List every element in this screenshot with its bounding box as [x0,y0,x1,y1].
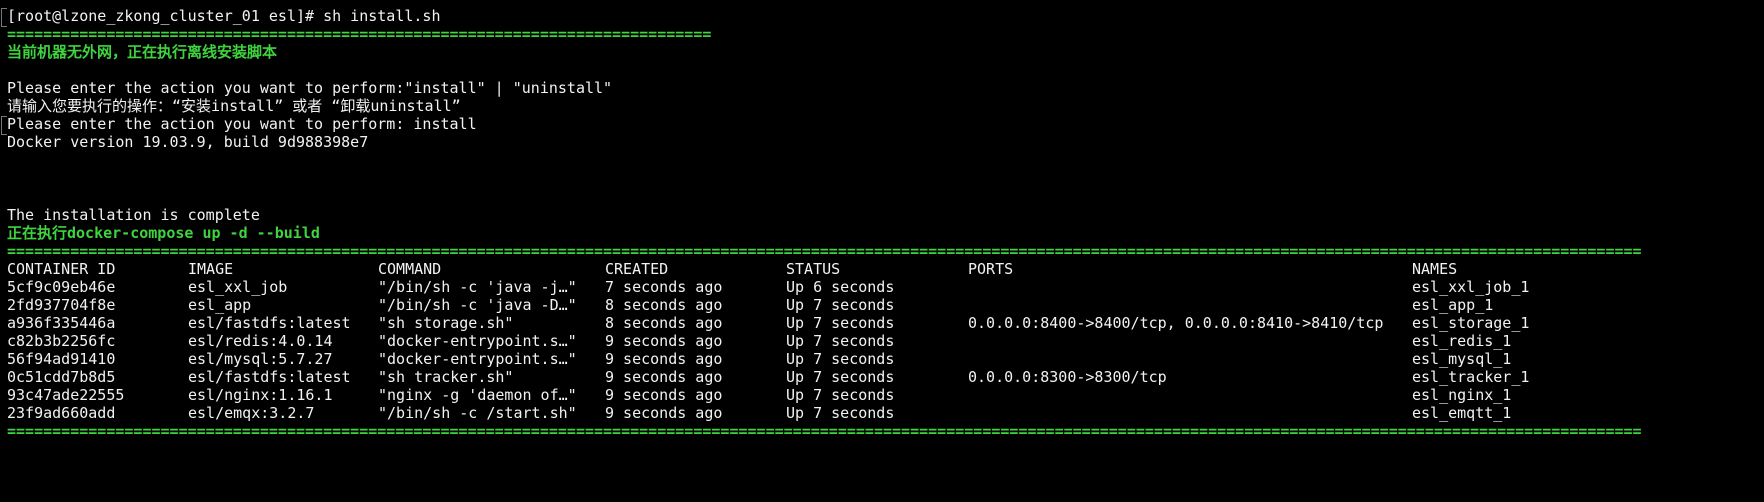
cell-names: esl_storage_1 [1412,314,1530,332]
cell-container-id: 2fd937704f8e [7,296,116,314]
cell-status: Up 7 seconds [786,404,895,422]
cell-image: esl_xxl_job [188,278,288,296]
compose-running-line: 正在执行docker-compose up -d --build [7,224,320,242]
header-container-id: CONTAINER ID [7,260,116,278]
cell-status: Up 7 seconds [786,296,895,314]
header-image: IMAGE [188,260,234,278]
cell-image: esl/redis:4.0.14 [188,332,333,350]
cell-container-id: a936f335446a [7,314,116,332]
docker-version-line: Docker version 19.03.9, build 9d988398e7 [7,133,369,151]
action-prompt-chinese: 请输入您要执行的操作：“安装install” 或者 “卸载uninstall” [7,97,461,115]
cell-names: esl_redis_1 [1412,332,1512,350]
cell-command: "docker-entrypoint.s…" [378,350,577,368]
terminal-window[interactable]: [root@lzone_zkong_cluster_01 esl]# sh in… [0,0,1764,502]
cell-created: 8 seconds ago [605,314,723,332]
cell-command: "sh storage.sh" [378,314,514,332]
cell-command: "nginx -g 'daemon of…" [378,386,577,404]
cell-command: "/bin/sh -c 'java -D…" [378,296,577,314]
offline-install-notice: 当前机器无外网，正在执行离线安装脚本 [7,43,278,61]
cell-names: esl_mysql_1 [1412,350,1512,368]
cell-image: esl/fastdfs:latest [188,314,351,332]
cell-created: 9 seconds ago [605,386,723,404]
cell-names: esl_tracker_1 [1412,368,1530,386]
cell-created: 9 seconds ago [605,350,723,368]
cell-image: esl/nginx:1.16.1 [188,386,333,404]
separator-long-bottom: ========================================… [7,422,1642,440]
cell-names: esl_app_1 [1412,296,1494,314]
shell-prompt-line: [root@lzone_zkong_cluster_01 esl]# sh in… [7,7,441,25]
cell-status: Up 6 seconds [786,278,895,296]
header-status: STATUS [786,260,841,278]
cell-image: esl/mysql:5.7.27 [188,350,333,368]
header-command: COMMAND [378,260,442,278]
cell-names: esl_emqtt_1 [1412,404,1512,422]
action-prompt-english: Please enter the action you want to perf… [7,79,613,97]
separator-long-top: ========================================… [7,242,1642,260]
header-names: NAMES [1412,260,1458,278]
cell-created: 7 seconds ago [605,278,723,296]
cell-status: Up 7 seconds [786,386,895,404]
cell-status: Up 7 seconds [786,350,895,368]
cell-created: 9 seconds ago [605,332,723,350]
header-created: CREATED [605,260,669,278]
cell-image: esl_app [188,296,252,314]
action-input-line: Please enter the action you want to perf… [7,115,477,133]
cell-container-id: 5cf9c09eb46e [7,278,116,296]
cell-container-id: 56f94ad91410 [7,350,116,368]
cell-image: esl/emqx:3.2.7 [188,404,315,422]
install-complete-line: The installation is complete [7,206,260,224]
cell-command: "/bin/sh -c /start.sh" [378,404,577,422]
header-ports: PORTS [968,260,1014,278]
cell-command: "docker-entrypoint.s…" [378,332,577,350]
cell-command: "sh tracker.sh" [378,368,514,386]
cell-container-id: 23f9ad660add [7,404,116,422]
cell-names: esl_xxl_job_1 [1412,278,1530,296]
cell-status: Up 7 seconds [786,332,895,350]
cell-image: esl/fastdfs:latest [188,368,351,386]
cell-ports: 0.0.0.0:8300->8300/tcp [968,368,1167,386]
cell-names: esl_nginx_1 [1412,386,1512,404]
cell-status: Up 7 seconds [786,314,895,332]
cell-container-id: 0c51cdd7b8d5 [7,368,116,386]
cell-status: Up 7 seconds [786,368,895,386]
cell-container-id: c82b3b2256fc [7,332,116,350]
cell-ports: 0.0.0.0:8400->8400/tcp, 0.0.0.0:8410->84… [968,314,1384,332]
cell-command: "/bin/sh -c 'java -j…" [378,278,577,296]
separator-short: ========================================… [7,25,712,43]
cell-created: 9 seconds ago [605,404,723,422]
cell-container-id: 93c47ade22555 [7,386,125,404]
cell-created: 9 seconds ago [605,368,723,386]
cell-created: 8 seconds ago [605,296,723,314]
